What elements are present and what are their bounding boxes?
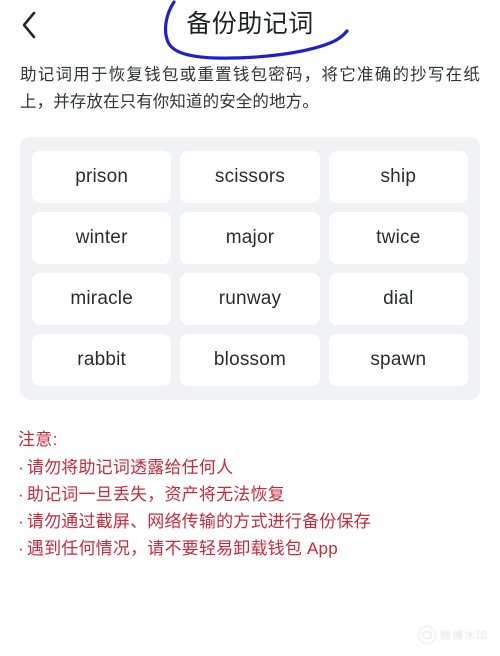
- mnemonic-word-chip[interactable]: major: [180, 212, 320, 264]
- warning-list-item: · 请勿将助记词透露给任何人: [18, 454, 482, 481]
- bullet-icon: ·: [18, 485, 24, 504]
- description-text: 助记词用于恢复钱包或重置钱包密码，将它准确的抄写在纸上，并存放在只有你知道的安全…: [20, 66, 480, 111]
- watermark-label: 微博水印: [440, 630, 488, 642]
- mnemonic-word-chip[interactable]: dial: [328, 273, 468, 325]
- mnemonic-word-chip[interactable]: miracle: [32, 273, 172, 325]
- mnemonic-row: winter major twice: [32, 212, 468, 264]
- warning-item-text: 请勿将助记词透露给任何人: [26, 458, 234, 477]
- warning-title: 注意:: [18, 430, 58, 449]
- mnemonic-row: miracle runway dial: [32, 273, 468, 325]
- page-header: 备份助记词: [0, 0, 500, 60]
- page-title: 备份助记词: [186, 10, 314, 38]
- warning-item-text: 助记词一旦丢失，资产将无法恢复: [26, 485, 285, 504]
- mnemonic-word-chip[interactable]: spawn: [328, 334, 468, 386]
- weibo-logo-icon: [418, 626, 436, 644]
- mnemonic-word-chip[interactable]: winter: [32, 212, 172, 264]
- bullet-icon: ·: [18, 458, 24, 477]
- mnemonic-word-chip[interactable]: prison: [32, 151, 172, 203]
- watermark: 微博水印: [418, 626, 488, 644]
- bullet-icon: ·: [18, 539, 24, 558]
- warning-item-text: 遇到任何情况，请不要轻易卸载钱包 App: [26, 539, 338, 558]
- bullet-icon: ·: [18, 512, 24, 531]
- mnemonic-panel: prison scissors ship winter major twice …: [20, 137, 480, 400]
- mnemonic-word-chip[interactable]: twice: [328, 212, 468, 264]
- mnemonic-word-chip[interactable]: blossom: [180, 334, 320, 386]
- warning-list-item: · 助记词一旦丢失，资产将无法恢复: [18, 481, 482, 508]
- mnemonic-word-chip[interactable]: scissors: [180, 151, 320, 203]
- mnemonic-word-chip[interactable]: rabbit: [32, 334, 172, 386]
- warning-item-text: 请勿通过截屏、网络传输的方式进行备份保存: [26, 512, 371, 531]
- mnemonic-word-chip[interactable]: runway: [180, 273, 320, 325]
- mnemonic-row: rabbit blossom spawn: [32, 334, 468, 386]
- mnemonic-row: prison scissors ship: [32, 151, 468, 203]
- warning-list-item: · 遇到任何情况，请不要轻易卸载钱包 App: [18, 535, 482, 562]
- mnemonic-word-chip[interactable]: ship: [328, 151, 468, 203]
- warning-section: 注意: · 请勿将助记词透露给任何人 · 助记词一旦丢失，资产将无法恢复 · 请…: [18, 426, 482, 562]
- warning-list-item: · 请勿通过截屏、网络传输的方式进行备份保存: [18, 508, 482, 535]
